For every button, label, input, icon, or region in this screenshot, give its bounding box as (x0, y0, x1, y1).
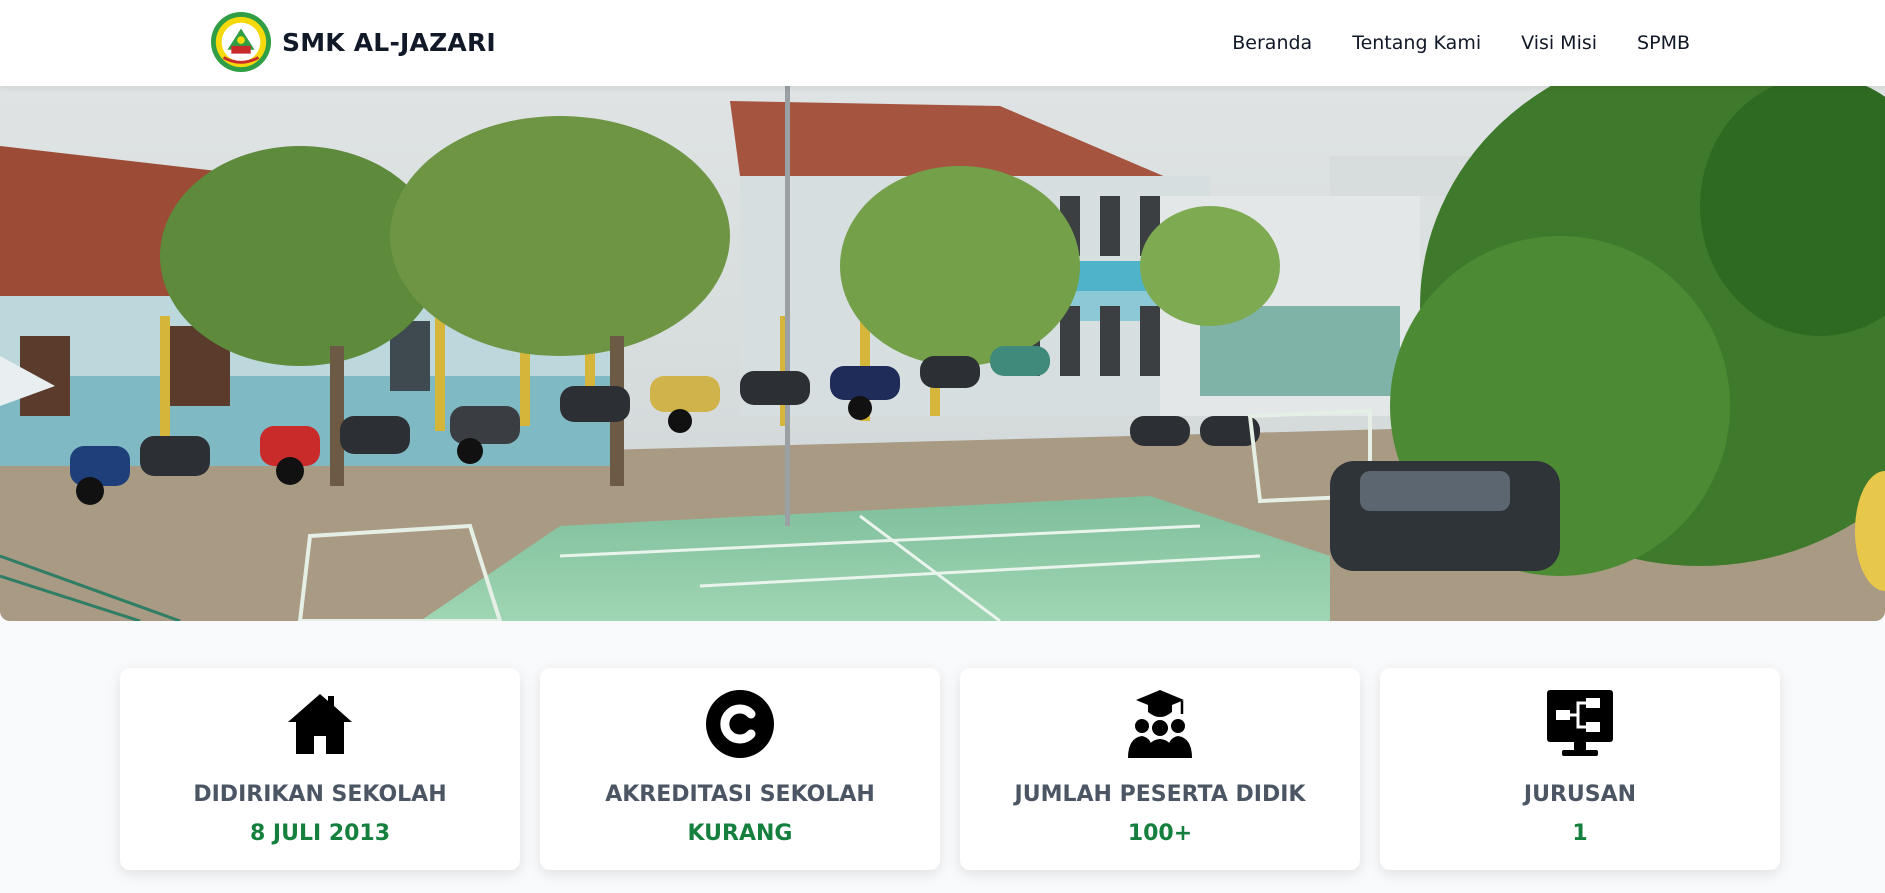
brand-name: SMK AL-JAZARI (282, 27, 496, 57)
nav-visi-misi[interactable]: Visi Misi (1521, 32, 1597, 54)
stat-card-majors: JURUSAN 1 (1380, 668, 1780, 870)
network-monitor-icon (1544, 688, 1616, 760)
nav-spmb[interactable]: SPMB (1637, 32, 1690, 54)
graduation-group-icon (1124, 688, 1196, 760)
stat-card-founded: DIDIRIKAN SEKOLAH 8 JULI 2013 (120, 668, 520, 870)
nav-beranda[interactable]: Beranda (1232, 32, 1312, 54)
stats-section: DIDIRIKAN SEKOLAH 8 JULI 2013 AKREDITASI… (120, 668, 1780, 870)
stat-title: DIDIRIKAN SEKOLAH (193, 782, 447, 807)
main-nav: Beranda Tentang Kami Visi Misi SPMB (1232, 0, 1690, 86)
nav-tentang-kami[interactable]: Tentang Kami (1352, 32, 1481, 54)
school-campus-photo (0, 86, 1885, 621)
hero-image (0, 86, 1885, 621)
brand-link[interactable]: SMK AL-JAZARI (210, 11, 496, 73)
stat-card-students: JUMLAH PESERTA DIDIK 100+ (960, 668, 1360, 870)
stat-title: JURUSAN (1523, 782, 1637, 807)
stat-value: 1 (1572, 821, 1588, 846)
house-icon (284, 688, 356, 760)
stat-value: KURANG (687, 821, 793, 846)
navbar: SMK AL-JAZARI Beranda Tentang Kami Visi … (0, 0, 1885, 86)
school-logo (210, 11, 272, 73)
stat-title: AKREDITASI SEKOLAH (605, 782, 875, 807)
copyright-c-icon (704, 688, 776, 760)
stat-value: 100+ (1127, 821, 1193, 846)
stat-card-accreditation: AKREDITASI SEKOLAH KURANG (540, 668, 940, 870)
stat-value: 8 JULI 2013 (249, 821, 391, 846)
stat-title: JUMLAH PESERTA DIDIK (1014, 782, 1306, 807)
